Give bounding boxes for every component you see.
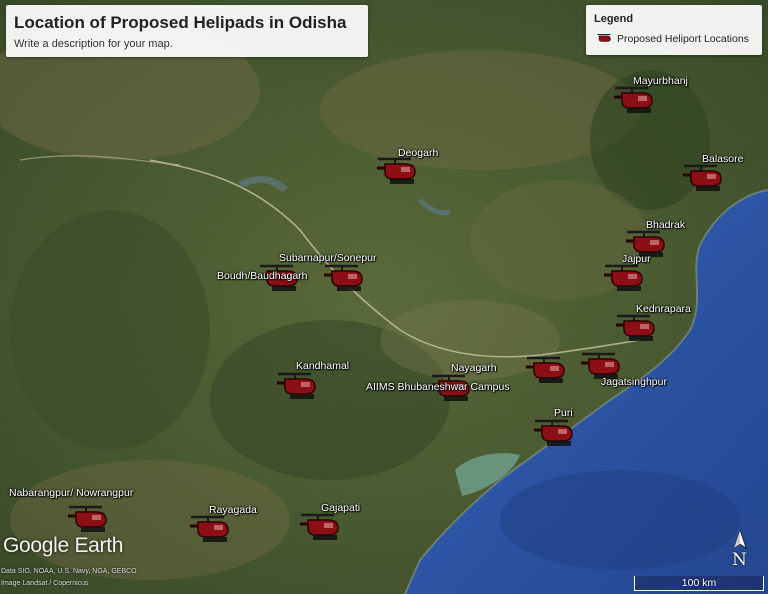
google-earth-logo: Google Earth — [3, 534, 124, 557]
north-label: N — [732, 550, 747, 570]
label-bhadrak: Bhadrak — [646, 219, 686, 231]
label-deogarh: Deogarh — [398, 147, 439, 159]
map-description[interactable]: Write a description for your map. — [14, 38, 173, 50]
label-kandhamal: Kandhamal — [296, 360, 350, 372]
label-aiims: AIIMS Bhubaneshwar Campus — [366, 381, 510, 393]
label-jajpur: Jajpur — [622, 253, 651, 265]
label-jagatsinghpur: Jagatsinghpur — [601, 376, 667, 388]
helicopter-icon[interactable] — [524, 354, 566, 384]
label-nabarangpur: Nabarangpur/ Nowrangpur — [9, 487, 134, 499]
helicopter-icon[interactable] — [322, 262, 364, 292]
scale-label: 100 km — [681, 577, 717, 589]
label-gajapati: Gajapati — [321, 502, 361, 514]
helicopter-icon[interactable] — [66, 503, 108, 533]
helicopter-icon[interactable] — [681, 162, 723, 192]
label-kendrapara: Kednrapara — [636, 303, 691, 315]
legend-panel: Legend Proposed Heliport Locations — [586, 5, 762, 55]
data-credits: Data SIO, NOAA, U.S. Navy, NGA, GEBCO — [1, 568, 137, 575]
label-nayagarh: Nayagarh — [451, 362, 497, 374]
helicopter-icon[interactable] — [298, 511, 340, 541]
label-rayagada: Rayagada — [209, 504, 257, 516]
label-subarnapur: Subarnapur/Sonepur — [279, 252, 377, 264]
helicopter-icon[interactable] — [614, 312, 656, 342]
scale-bar: 100 km — [634, 576, 764, 591]
legend-title: Legend — [594, 13, 634, 25]
legend-item-label: Proposed Heliport Locations — [617, 33, 749, 45]
map-title: Location of Proposed Helipads in Odisha — [14, 13, 347, 32]
helicopter-icon[interactable] — [532, 417, 574, 447]
label-mayurbhanj: Mayurbhanj — [633, 75, 688, 87]
helicopter-icon[interactable] — [602, 262, 644, 292]
helicopter-icon[interactable] — [188, 513, 230, 543]
helicopter-icon[interactable] — [275, 370, 317, 400]
label-boudh: Boudh/Baudhagarh — [217, 270, 308, 282]
helicopter-icon[interactable] — [375, 155, 417, 185]
helicopter-icon — [597, 34, 611, 42]
map-title-panel: Location of Proposed Helipads in Odisha … — [6, 5, 368, 57]
imagery-credits: Image Landsat / Copernicus — [1, 580, 89, 587]
helicopter-icon[interactable] — [612, 84, 654, 114]
north-arrow-icon: N — [729, 528, 751, 572]
label-balasore: Balasore — [702, 153, 744, 165]
label-puri: Puri — [554, 407, 573, 419]
